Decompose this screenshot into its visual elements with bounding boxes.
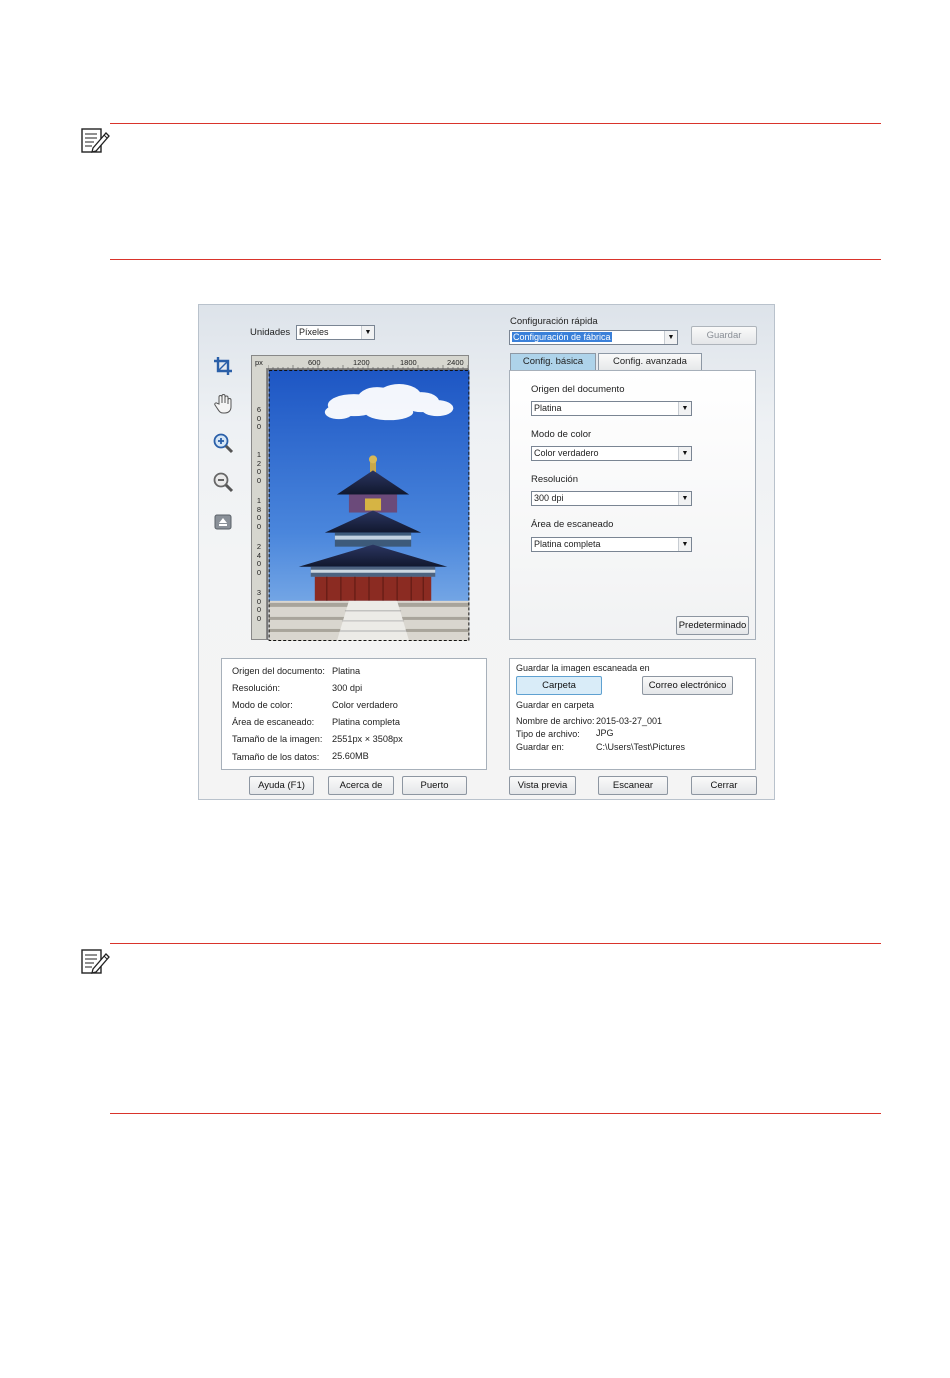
port-button[interactable]: Puerto — [402, 776, 467, 795]
vertical-ruler: 600 1200 1800 2400 3000 — [251, 368, 267, 640]
hand-icon[interactable] — [212, 393, 234, 415]
horizontal-ruler: px 600 1200 1800 2400 — [251, 355, 469, 369]
quick-config-label: Configuración rápida — [510, 316, 598, 327]
scan-area-select[interactable]: Platina completa ▼ — [531, 537, 692, 552]
about-button[interactable]: Acerca de — [328, 776, 394, 795]
save-config-button[interactable]: Guardar — [691, 326, 757, 345]
chevron-down-icon: ▼ — [664, 331, 677, 344]
info-key: Tamaño de la imagen: — [232, 734, 323, 744]
chevron-down-icon: ▼ — [678, 447, 691, 460]
crop-icon[interactable] — [212, 355, 234, 377]
units-label: Unidades — [250, 327, 291, 338]
preview-button[interactable]: Vista previa — [509, 776, 576, 795]
note-top-rule — [110, 123, 881, 124]
chevron-down-icon: ▼ — [678, 402, 691, 415]
ruler-v-tick: 600 — [256, 405, 262, 431]
save-path-label: Guardar en: — [516, 742, 565, 752]
info-value: 300 dpi — [332, 683, 363, 693]
origin-value: Platina — [534, 403, 562, 413]
units-select[interactable]: Píxeles ▼ — [296, 325, 375, 340]
ruler-v-tick: 1800 — [256, 496, 262, 531]
scan-area-value: Platina completa — [534, 539, 601, 549]
quick-config-value: Configuración de fábrica — [512, 332, 612, 342]
preview-image — [268, 370, 470, 641]
ruler-unit: px — [255, 358, 263, 367]
color-mode-select[interactable]: Color verdadero ▼ — [531, 446, 692, 461]
ruler-v-tick: 3000 — [256, 588, 262, 623]
resolution-value: 300 dpi — [534, 493, 564, 503]
scan-info-panel: Origen del documento: Platina Resolución… — [221, 658, 487, 770]
close-button[interactable]: Cerrar — [691, 776, 757, 795]
preview-area[interactable] — [267, 369, 470, 641]
ruler-v-tick: 2400 — [256, 542, 262, 577]
info-key: Modo de color: — [232, 700, 293, 710]
zoom-out-icon[interactable] — [212, 471, 234, 493]
zoom-in-icon[interactable] — [212, 432, 234, 454]
save-panel-title: Guardar la imagen escaneada en — [516, 663, 650, 673]
chevron-down-icon: ▼ — [361, 326, 374, 339]
resolution-select[interactable]: 300 dpi ▼ — [531, 491, 692, 506]
color-mode-value: Color verdadero — [534, 448, 599, 458]
info-value: 25.60MB — [332, 751, 369, 761]
file-name-value: 2015-03-27_001 — [596, 716, 663, 726]
tab-advanced[interactable]: Config. avanzada — [598, 353, 702, 370]
file-type-value: JPG — [596, 728, 614, 738]
note-bottom-rule — [110, 1113, 881, 1114]
save-panel-subtitle: Guardar en carpeta — [516, 700, 595, 710]
info-value: 2551px × 3508px — [332, 734, 403, 744]
origin-select[interactable]: Platina ▼ — [531, 401, 692, 416]
quick-config-select[interactable]: Configuración de fábrica ▼ — [509, 330, 678, 345]
origin-label: Origen del documento — [531, 384, 625, 395]
units-value: Píxeles — [299, 327, 329, 337]
info-value: Platina — [332, 666, 361, 676]
color-mode-label: Modo de color — [531, 429, 592, 440]
scan-area-label: Área de escaneado — [531, 519, 614, 530]
info-key: Resolución: — [232, 683, 281, 693]
chevron-down-icon: ▼ — [678, 492, 691, 505]
default-button[interactable]: Predeterminado — [676, 616, 749, 635]
folder-button[interactable]: Carpeta — [516, 676, 602, 695]
info-key: Origen del documento: — [232, 666, 325, 676]
note-icon — [81, 128, 110, 153]
save-path-value: C:\Users\Test\Pictures — [596, 742, 686, 752]
save-location-panel: Guardar la imagen escaneada en Carpeta C… — [509, 658, 756, 770]
ruler-v-tick: 1200 — [256, 450, 262, 485]
scanner-dialog: Unidades Píxeles ▼ Configuración rápida … — [198, 304, 775, 800]
info-value: Color verdadero — [332, 700, 398, 710]
basic-settings-panel: Origen del documento Platina ▼ Modo de c… — [509, 370, 756, 640]
file-name-label: Nombre de archivo: — [516, 716, 595, 726]
help-button[interactable]: Ayuda (F1) — [249, 776, 314, 795]
eject-icon[interactable] — [212, 511, 234, 533]
note-bottom-rule — [110, 259, 881, 260]
scan-button[interactable]: Escanear — [598, 776, 668, 795]
email-button[interactable]: Correo electrónico — [642, 676, 733, 695]
chevron-down-icon: ▼ — [678, 538, 691, 551]
info-key: Tamaño de los datos: — [232, 752, 320, 762]
info-value: Platina completa — [332, 717, 400, 727]
note-icon — [81, 949, 110, 974]
note-top-rule — [110, 943, 881, 944]
tab-basic[interactable]: Config. básica — [510, 353, 596, 370]
file-type-label: Tipo de archivo: — [516, 729, 580, 739]
info-key: Área de escaneado: — [232, 717, 315, 727]
resolution-label: Resolución — [531, 474, 578, 485]
